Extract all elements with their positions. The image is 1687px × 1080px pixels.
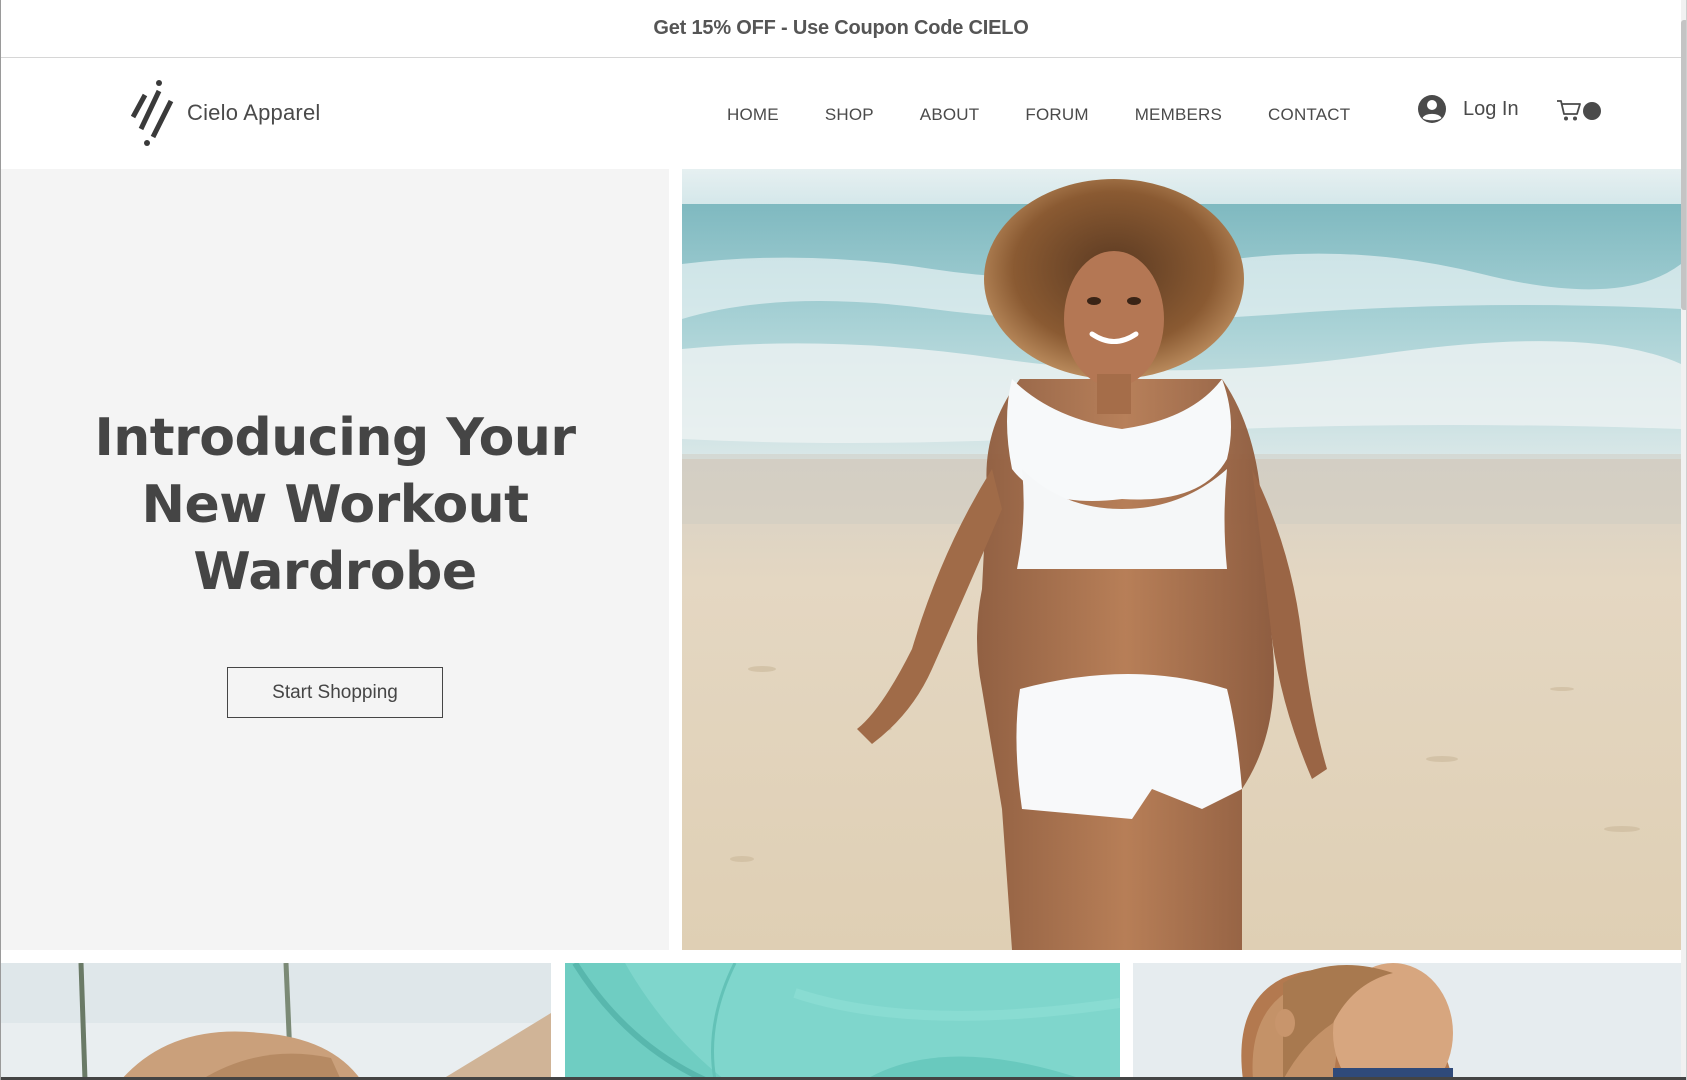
tile-photo-turquoise-top — [565, 963, 1120, 1080]
user-avatar-icon — [1418, 95, 1446, 123]
cielo-slash-logo-icon — [131, 80, 174, 146]
collection-tile[interactable] — [1, 963, 551, 1080]
page-frame: Get 15% OFF - Use Coupon Code CIELO Ciel… — [0, 0, 1687, 1080]
hero-title-line: New Workout — [141, 475, 529, 535]
nav-forum[interactable]: FORUM — [1025, 105, 1088, 125]
nav-home[interactable]: HOME — [727, 105, 779, 125]
page-scrollbar[interactable] — [1681, 0, 1686, 1080]
cart-button[interactable] — [1556, 98, 1601, 122]
promo-text: Get 15% OFF - Use Coupon Code CIELO — [653, 17, 1029, 39]
login-button[interactable]: Log In — [1417, 94, 1519, 124]
hero-title: Introducing Your New Workout Wardrobe — [1, 405, 669, 606]
hero-title-line: Introducing Your — [94, 408, 576, 468]
hero-image — [682, 169, 1681, 950]
brand-name: Cielo Apparel — [187, 100, 321, 125]
nav-members[interactable]: MEMBERS — [1135, 105, 1222, 125]
tile-photo-outdoor — [1, 963, 551, 1080]
cart-count-badge — [1583, 102, 1601, 120]
collection-tile[interactable] — [1133, 963, 1681, 1080]
hero-title-line: Wardrobe — [193, 542, 477, 602]
nav-about[interactable]: ABOUT — [920, 105, 980, 125]
hero-text-panel: Introducing Your New Workout Wardrobe St… — [1, 169, 669, 950]
main-nav: HOME SHOP ABOUT FORUM MEMBERS CONTACT — [727, 105, 1350, 125]
brand[interactable]: Cielo Apparel — [131, 79, 320, 147]
site-header: Cielo Apparel HOME SHOP ABOUT FORUM MEMB… — [1, 59, 1681, 169]
scrollbar-thumb[interactable] — [1681, 20, 1686, 310]
collection-tile[interactable] — [565, 963, 1120, 1080]
nav-contact[interactable]: CONTACT — [1268, 105, 1350, 125]
promo-bar: Get 15% OFF - Use Coupon Code CIELO — [1, 0, 1681, 58]
nav-shop[interactable]: SHOP — [825, 105, 874, 125]
hero-beach-photo — [682, 169, 1681, 950]
tile-photo-profile — [1133, 963, 1681, 1080]
login-label: Log In — [1463, 97, 1519, 120]
start-shopping-button[interactable]: Start Shopping — [227, 667, 443, 718]
shopping-cart-icon — [1557, 100, 1581, 121]
